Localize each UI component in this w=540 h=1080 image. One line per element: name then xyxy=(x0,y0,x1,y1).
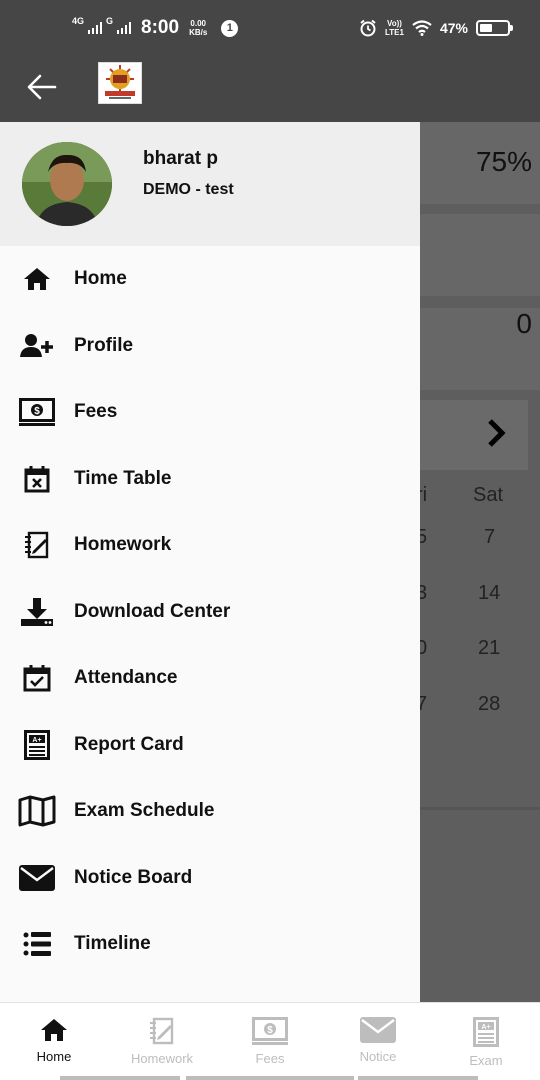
list-icon xyxy=(0,932,74,957)
calendar-nav xyxy=(410,400,528,470)
chevron-right-icon[interactable] xyxy=(486,418,506,448)
menu-item-homework[interactable]: Homework xyxy=(0,512,420,579)
app-bar xyxy=(0,56,540,122)
bottom-nav-homework[interactable]: Homework xyxy=(108,1003,216,1080)
menu-item-attendance[interactable]: Attendance xyxy=(0,645,420,712)
map-icon xyxy=(0,795,74,827)
drawer-menu: Home Profile $ Fees Time Table Homework xyxy=(0,246,420,978)
stat-card: 0 xyxy=(410,308,540,390)
report-card-icon: A+ xyxy=(473,1017,499,1047)
calendar-date: 21 xyxy=(478,637,501,659)
calendar-date: 28 xyxy=(478,693,501,715)
back-button[interactable] xyxy=(22,67,62,107)
avatar[interactable] xyxy=(22,142,112,226)
volte-top: Vo)) xyxy=(387,19,402,28)
menu-item-exam-schedule[interactable]: Exam Schedule xyxy=(0,778,420,845)
bottom-nav-home[interactable]: Home xyxy=(0,1003,108,1080)
bottom-nav-label: Notice xyxy=(359,1049,397,1064)
school-logo xyxy=(98,62,142,104)
svg-text:$: $ xyxy=(34,406,40,417)
net-speed-unit: KB/s xyxy=(189,28,208,37)
menu-item-label: Timeline xyxy=(74,933,151,955)
bottom-nav-notice[interactable]: Notice xyxy=(324,1003,432,1080)
battery-percent: 47% xyxy=(439,20,468,36)
menu-item-label: Home xyxy=(74,268,127,290)
menu-item-label: Homework xyxy=(74,534,172,556)
svg-text:$: $ xyxy=(267,1025,273,1036)
alarm-icon xyxy=(360,19,376,37)
stat-card: 0 xyxy=(410,214,540,363)
menu-item-label: Time Table xyxy=(74,467,172,489)
signal-strength-icon xyxy=(88,22,103,34)
scroll-indicator xyxy=(358,1076,478,1080)
calendar-date: 14 xyxy=(478,582,501,604)
net-speed: 0.00 KB/s xyxy=(189,19,207,37)
menu-item-profile[interactable]: Profile xyxy=(0,313,420,380)
calendar-day-header: Sat xyxy=(473,484,504,506)
envelope-icon xyxy=(360,1017,396,1043)
user-subtitle: DEMO - test xyxy=(143,181,234,198)
bottom-nav-label: Homework xyxy=(130,1051,194,1066)
bottom-navigation: Home Homework $ Fees Notice A+ Exam xyxy=(0,1002,540,1080)
envelope-icon xyxy=(0,864,74,891)
menu-item-report-card[interactable]: A+ Report Card xyxy=(0,712,420,779)
notebook-icon xyxy=(0,531,74,559)
status-bar: 4G G 8:00 0.00 KB/s 1 Vo)) LTE1 47% xyxy=(0,0,540,56)
home-icon xyxy=(41,1019,67,1041)
add-user-icon xyxy=(0,333,74,359)
notebook-icon xyxy=(150,1017,174,1045)
menu-item-label: Notice Board xyxy=(74,866,193,888)
battery-fill xyxy=(480,24,492,32)
report-card-icon: A+ xyxy=(0,729,74,760)
bottom-nav-fees[interactable]: $ Fees xyxy=(216,1003,324,1080)
menu-item-timeline[interactable]: Timeline xyxy=(0,911,420,978)
svg-text:A+: A+ xyxy=(32,737,41,744)
menu-item-label: Profile xyxy=(74,334,134,356)
volte-indicator: Vo)) LTE1 xyxy=(385,19,404,37)
scroll-indicator xyxy=(186,1076,354,1080)
money-icon: $ xyxy=(252,1017,288,1045)
menu-item-download-center[interactable]: Download Center xyxy=(0,579,420,646)
menu-item-label: Attendance xyxy=(74,667,178,689)
net-speed-value: 0.00 xyxy=(190,19,206,28)
user-name: bharat p xyxy=(143,148,218,169)
calendar-date: 7 xyxy=(484,526,496,548)
scroll-indicator xyxy=(60,1076,180,1080)
volte-bottom: LTE1 xyxy=(385,28,404,37)
stat-value: 0 xyxy=(516,308,532,339)
wifi-icon xyxy=(412,20,432,36)
home-icon xyxy=(0,266,74,292)
menu-item-label: Download Center xyxy=(74,600,231,622)
bottom-nav-label: Exam xyxy=(469,1053,503,1068)
menu-item-home[interactable]: Home xyxy=(0,246,420,313)
menu-item-notice-board[interactable]: Notice Board xyxy=(0,845,420,912)
svg-text:A+: A+ xyxy=(481,1024,490,1031)
network-type-label-2: G xyxy=(106,16,114,26)
network-type-label: 4G xyxy=(72,16,85,26)
menu-item-fees[interactable]: $ Fees xyxy=(0,379,420,446)
menu-item-label: Report Card xyxy=(74,733,184,755)
arrow-left-icon xyxy=(27,74,57,100)
navigation-drawer: bharat p DEMO - test Home Profile $ Fees xyxy=(0,122,420,1002)
menu-item-label: Exam Schedule xyxy=(74,800,215,822)
panel-divider xyxy=(410,807,540,810)
clock: 8:00 xyxy=(141,17,180,38)
drawer-header: bharat p DEMO - test xyxy=(0,122,420,246)
bottom-nav-label: Home xyxy=(36,1049,72,1064)
notification-badge: 1 xyxy=(221,19,239,37)
download-icon xyxy=(0,597,74,627)
calendar-x-icon xyxy=(0,465,74,493)
money-icon: $ xyxy=(0,398,74,427)
menu-item-time-table[interactable]: Time Table xyxy=(0,446,420,513)
menu-item-label: Fees xyxy=(74,401,118,423)
signal-strength-icon-2 xyxy=(117,22,132,34)
calendar-check-icon xyxy=(0,664,74,692)
bottom-nav-label: Fees xyxy=(255,1051,285,1066)
stat-card: 75% xyxy=(410,122,540,204)
bottom-nav-exam[interactable]: A+ Exam xyxy=(432,1003,540,1080)
battery-icon xyxy=(476,20,513,36)
stat-value: 75% xyxy=(475,146,532,177)
